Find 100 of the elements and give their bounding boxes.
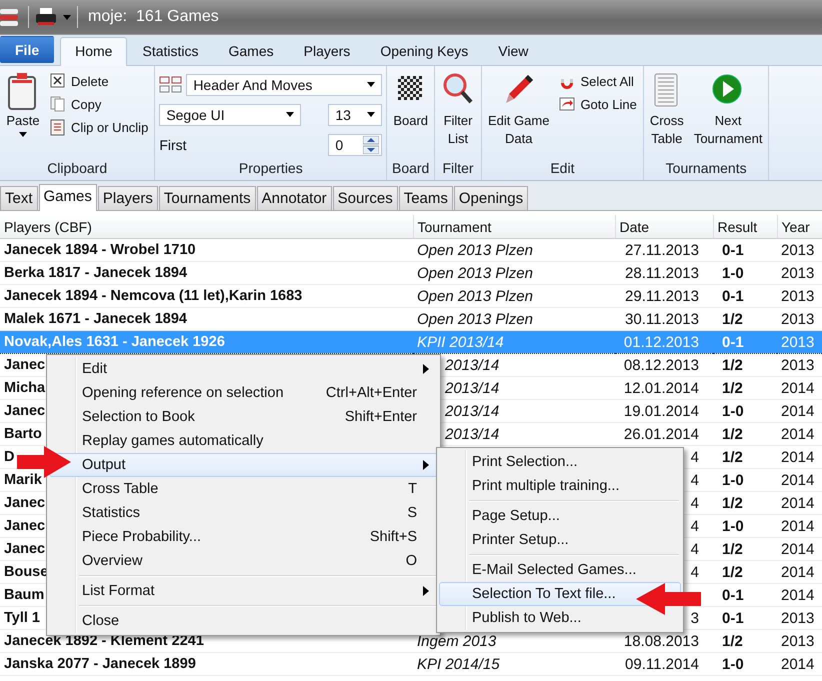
ribbon-tab[interactable]: Games: [214, 37, 289, 65]
copy-icon: [50, 96, 64, 112]
table-cell: 0-1: [713, 238, 777, 262]
table-cell: 0-1: [713, 606, 777, 630]
ribbon-button[interactable]: Paste: [4, 70, 42, 158]
group-label: Properties: [238, 159, 304, 178]
layout-icon: [159, 74, 184, 94]
table-cell: Open 2013 Plzen: [413, 284, 615, 308]
clipboard-icon: [8, 73, 36, 110]
table-cell: 2014: [777, 468, 822, 492]
ribbon-tab[interactable]: Home: [60, 37, 128, 66]
table-cell: 2013: [777, 284, 822, 308]
table-cell: 2014: [777, 446, 822, 468]
spinner-field[interactable]: 0: [328, 134, 382, 156]
ribbon-button[interactable]: Copy: [48, 95, 150, 114]
format-dropdown[interactable]: Header And Moves: [186, 74, 382, 96]
table-cell: Berka 1817 - Janecek 1894: [0, 262, 413, 284]
chessboard-icon: [398, 76, 422, 100]
ribbon-tab[interactable]: Players: [288, 37, 366, 65]
table-cell: 08.12.2013: [615, 354, 713, 376]
table-cell: 1-0: [713, 262, 777, 284]
table-cell: 0-1: [713, 584, 777, 606]
ribbon-button[interactable]: Next Tournament: [692, 70, 764, 158]
delete-icon: [50, 74, 64, 88]
column-header[interactable]: Year: [777, 215, 822, 238]
group-label: Clipboard: [46, 159, 108, 178]
ribbon-tab[interactable]: Opening Keys: [365, 37, 484, 65]
caret-icon: [19, 132, 27, 137]
table-cell: 27.11.2013: [615, 238, 713, 262]
table-cell: Novak,Ales 1631 - Janecek 1926: [0, 330, 413, 354]
page-tab[interactable]: Text: [0, 186, 38, 210]
size-dropdown[interactable]: 13: [328, 104, 382, 126]
menu-item[interactable]: Selection To Text file...: [439, 582, 681, 606]
page-tab[interactable]: Annotator: [256, 186, 332, 210]
page-tab[interactable]: Teams: [398, 186, 453, 210]
submenu-arrow-icon: [423, 460, 429, 470]
group-label: Tournaments: [664, 159, 748, 178]
column-header[interactable]: Result: [713, 215, 777, 238]
column-header[interactable]: Tournament: [413, 215, 615, 238]
page-tab[interactable]: Players: [98, 186, 158, 210]
caret-icon: [367, 82, 376, 87]
menu-item[interactable]: Output: [49, 453, 438, 477]
table-cell: 1/2: [713, 446, 777, 468]
column-header[interactable]: Date: [615, 215, 713, 238]
search-icon: [444, 74, 472, 104]
group-label: Board: [391, 159, 430, 178]
ribbon-tab[interactable]: View: [483, 37, 544, 65]
play-icon: [712, 74, 742, 104]
page-tab[interactable]: Tournaments: [158, 186, 256, 210]
group-label: Filter: [441, 159, 475, 178]
page-tab[interactable]: Sources: [332, 186, 398, 210]
table-cell: 1-0: [713, 468, 777, 492]
table-cell: 2014: [777, 400, 822, 422]
caret-icon: [286, 112, 294, 117]
table-cell: 1/2: [713, 492, 777, 514]
table-cell: 1-0: [713, 652, 777, 676]
table-cell: KPII 2013/14: [413, 330, 615, 354]
table-cell: 2014: [777, 560, 822, 584]
magnet-icon: [561, 79, 574, 89]
ribbon-button[interactable]: Select All: [557, 72, 639, 91]
table-cell: 2013: [777, 630, 822, 652]
ribbon-button[interactable]: Board: [391, 70, 430, 158]
ribbon-button[interactable]: Delete: [48, 72, 150, 91]
table-cell: 19.01.2014: [615, 400, 713, 422]
table-cell: 09.11.2014: [615, 652, 713, 676]
table-cell: 2013: [777, 354, 822, 376]
ribbon-button[interactable]: Goto Line: [557, 95, 639, 114]
table-icon: [654, 74, 678, 106]
table-cell: 2013: [777, 262, 822, 284]
table-cell: Janecek 1894 - Wrobel 1710: [0, 238, 413, 262]
page-tab[interactable]: Openings: [454, 186, 528, 210]
table-cell: 2014: [777, 538, 822, 560]
table-cell: 1/2: [713, 630, 777, 652]
table-cell: 2014: [777, 652, 822, 676]
table-cell: 2014: [777, 422, 822, 446]
ribbon-button[interactable]: Cross Table: [648, 70, 686, 158]
group-label: Edit: [549, 159, 576, 178]
font-dropdown[interactable]: Segoe UI: [159, 104, 302, 126]
table-cell: 1-0: [713, 400, 777, 422]
ribbon-button[interactable]: Edit Game Data: [486, 70, 552, 158]
ribbon-tab[interactable]: Statistics: [127, 37, 214, 65]
table-cell: 26.01.2014: [615, 422, 713, 446]
table-cell: 29.11.2013: [615, 284, 713, 308]
table-cell: 1/2: [713, 354, 777, 376]
table-cell: 2014: [777, 376, 822, 400]
table-cell: 12.01.2014: [615, 376, 713, 400]
table-cell: 2014: [777, 514, 822, 538]
ribbon-button[interactable]: Clip or Unclip: [48, 118, 150, 137]
table-cell: Janska 2077 - Janecek 1899: [0, 652, 413, 676]
table-cell: Janecek 1894 - Nemcova (11 let),Karin 1683: [0, 284, 413, 308]
ribbon-button[interactable]: Filter List: [439, 70, 478, 158]
table-cell: 1-0: [713, 514, 777, 538]
table-cell: Open 2013 Plzen: [413, 262, 615, 284]
column-header[interactable]: Players (CBF): [0, 215, 413, 238]
table-cell: 2013: [777, 606, 822, 630]
file-menu-button[interactable]: File: [0, 36, 54, 63]
table-cell: 2014: [777, 492, 822, 514]
window-title: moje: 161 Games: [88, 8, 219, 26]
table-cell: 01.12.2013: [615, 330, 713, 354]
page-tab[interactable]: Games: [38, 184, 97, 211]
